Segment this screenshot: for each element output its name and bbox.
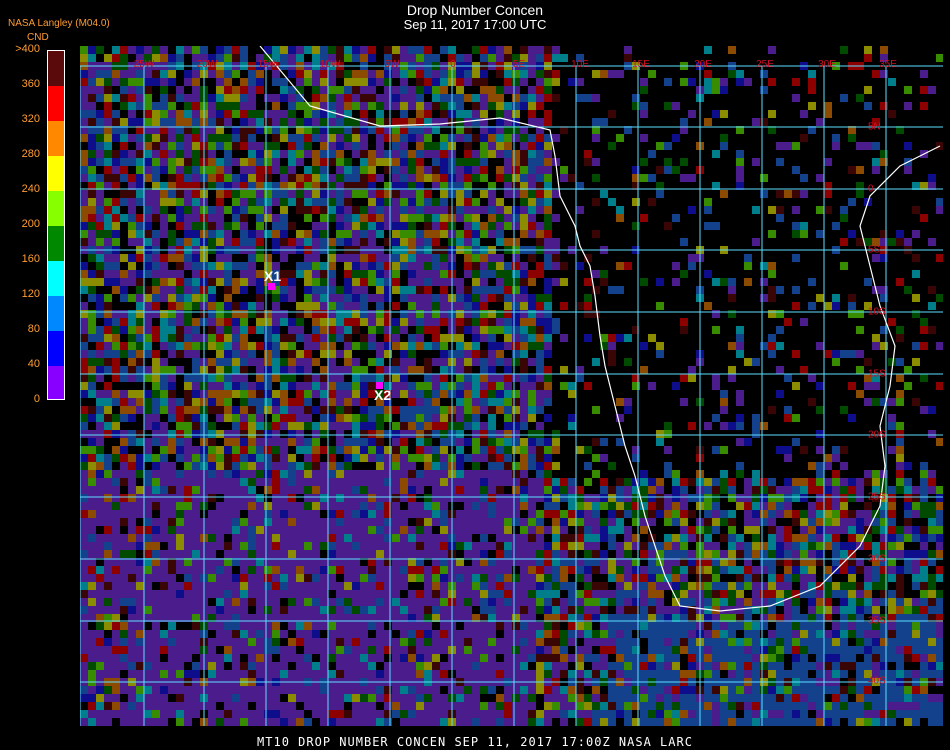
longitude-label: 5E [512,59,526,70]
longitude-label: 20W [196,59,218,70]
map-title: Drop Number Concen [406,2,544,18]
longitude-label: 35E [879,59,897,70]
longitude-label: 15E [632,59,650,70]
longitude-label: 10W [319,59,341,70]
longitude-label: 0 [450,59,456,70]
legend-swatch [48,191,64,226]
latitude-label: 5S [868,244,881,256]
legend-swatch [48,51,64,86]
legend-swatch [48,121,64,156]
latitude-label: 0 [868,183,874,195]
legend-swatch [48,156,64,191]
longitude-label: 20E [694,59,712,70]
legend-tick-label: 160 [21,253,40,265]
legend-swatch [48,261,64,296]
marker-x1: X1 [264,268,282,284]
latitude-label: 35S [868,615,886,627]
legend-swatch [48,296,64,331]
longitude-label: 30E [818,59,836,70]
legend-swatch [48,331,64,366]
legend-tick-label: 80 [27,323,40,335]
legend-tick-label: >400 [15,43,40,55]
latitude-label: 25S [868,491,886,503]
legend-tick-label: 0 [33,393,40,405]
latitude-label: 20S [868,429,886,441]
footer-caption: MT10 DROP NUMBER CONCEN SEP 11, 2017 17:… [257,735,693,749]
legend-swatch [48,226,64,261]
map-canvas [80,46,943,726]
legend-tick-label: 320 [21,113,40,125]
longitude-label: 15W [257,59,279,70]
map-timestamp: Sep 11, 2017 17:00 UTC [403,17,547,32]
legend-swatch [48,366,64,399]
longitude-label: 25E [756,59,774,70]
legend-tick-label: 120 [21,288,40,300]
marker-x1-dot [268,283,275,290]
latitude-label: 15S [868,368,886,380]
product-credit: NASA Langley (M04.0) [8,18,110,29]
retrieval-texture [80,46,943,726]
latitude-label: 10S [868,306,886,318]
legend-tick-label: 360 [21,78,40,90]
legend-tick-label: 40 [27,358,40,370]
longitude-label: 10E [571,59,589,70]
legend-tick-label: 280 [21,148,40,160]
longitude-label: 5W [384,59,400,70]
longitude-label: 25W [133,59,155,70]
color-legend [47,50,65,400]
legend-swatch [48,86,64,121]
latitude-label: 30S [868,553,886,565]
latitude-label: 40S [868,675,886,687]
legend-tick-label: 240 [21,183,40,195]
satellite-map [80,46,943,726]
legend-tick-label: 200 [21,218,40,230]
legend-unit: CND [27,32,49,43]
marker-x2: X2 [374,387,392,403]
latitude-label: 5N [868,121,881,133]
